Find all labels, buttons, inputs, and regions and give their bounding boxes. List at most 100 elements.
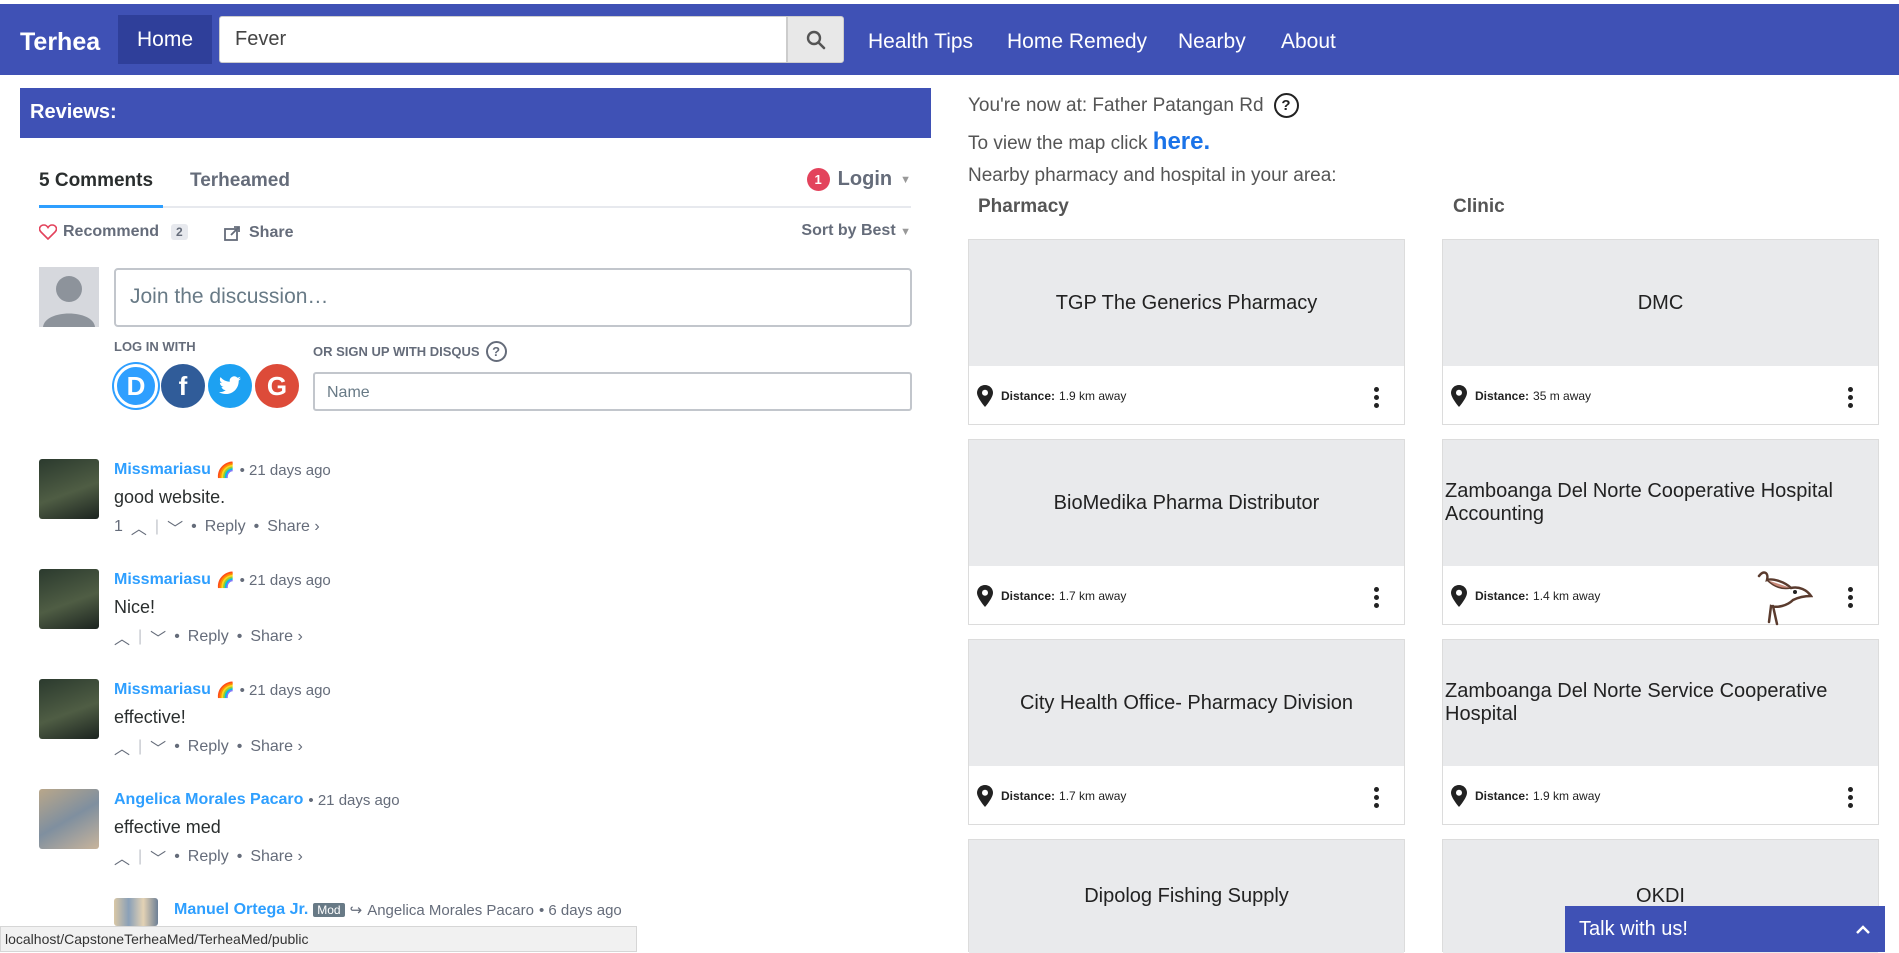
pharmacy-card[interactable]: Dipolog Fishing Supply <box>968 839 1405 953</box>
nav-home-link[interactable]: Home <box>118 15 212 64</box>
avatar[interactable] <box>39 789 99 849</box>
avatar[interactable] <box>114 898 158 926</box>
sort-dropdown[interactable]: Sort by Best ▼ <box>801 222 911 240</box>
comment-time[interactable]: • 6 days ago <box>539 902 622 919</box>
pharmacy-card[interactable]: City Health Office- Pharmacy Division Di… <box>968 639 1405 825</box>
map-pin-icon <box>977 385 993 407</box>
comment-time[interactable]: • 21 days ago <box>308 792 399 809</box>
mod-badge: Mod <box>313 903 345 917</box>
clinic-card[interactable]: DMC Distance: 35 m away <box>1442 239 1879 425</box>
pharmacy-card[interactable]: TGP The Generics Pharmacy Distance: 1.9 … <box>968 239 1405 425</box>
avatar[interactable] <box>39 569 99 629</box>
chat-label[interactable]: Talk with us! <box>1579 918 1688 941</box>
search-button[interactable] <box>787 16 844 63</box>
twitter-login-button[interactable] <box>208 364 252 408</box>
reply-link[interactable]: Reply <box>205 518 246 536</box>
more-options-icon[interactable] <box>1848 387 1854 411</box>
comment-author[interactable]: Manuel Ortega Jr. <box>174 901 308 919</box>
recommend-button[interactable]: Recommend 2 <box>39 223 188 241</box>
pharmacy-column-title: Pharmacy <box>978 196 1069 217</box>
comment-text: effective med <box>114 817 221 837</box>
brand-logo[interactable]: Terhea <box>20 28 100 57</box>
nav-link-about[interactable]: About <box>1281 30 1336 54</box>
help-icon[interactable]: ? <box>485 341 507 362</box>
reply-to-user[interactable]: Angelica Morales Pacaro <box>367 902 534 919</box>
place-name[interactable]: BioMedika Pharma Distributor <box>969 440 1404 566</box>
nav-link-health-tips[interactable]: Health Tips <box>868 30 973 54</box>
share-button[interactable]: Share <box>224 224 293 242</box>
clinic-card[interactable]: Zamboanga Del Norte Service Cooperative … <box>1442 639 1879 825</box>
map-pin-icon <box>977 785 993 807</box>
nav-link-home-remedy[interactable]: Home Remedy <box>1007 30 1147 54</box>
share-link[interactable]: Share › <box>250 848 302 866</box>
google-login-button[interactable]: G <box>255 364 299 408</box>
rainbow-icon: 🌈 <box>215 682 235 699</box>
map-pin-icon <box>1451 585 1467 607</box>
avatar[interactable] <box>39 679 99 739</box>
reply-link[interactable]: Reply <box>188 738 229 756</box>
comment-footer: 1 ︿ | ﹀ • Reply • Share › <box>114 515 320 539</box>
recommend-count: 2 <box>171 224 188 240</box>
clinic-card[interactable]: Zamboanga Del Norte Cooperative Hospital… <box>1442 439 1879 626</box>
upvote-icon[interactable]: ︿ <box>114 845 130 869</box>
chevron-up-icon[interactable] <box>1855 923 1871 935</box>
help-icon[interactable]: ? <box>1273 93 1299 118</box>
tab-community[interactable]: Terheamed <box>190 170 290 192</box>
comment-time[interactable]: • 21 days ago <box>240 572 331 589</box>
share-link[interactable]: Share › <box>267 518 319 536</box>
more-options-icon[interactable] <box>1848 587 1854 611</box>
place-name[interactable]: Zamboanga Del Norte Service Cooperative … <box>1443 640 1878 766</box>
disqus-login-button[interactable]: D <box>114 364 158 408</box>
place-name[interactable]: Zamboanga Del Norte Cooperative Hospital… <box>1443 440 1878 566</box>
more-options-icon[interactable] <box>1848 787 1854 811</box>
reply-link[interactable]: Reply <box>188 628 229 646</box>
place-name[interactable]: TGP The Generics Pharmacy <box>969 240 1404 366</box>
map-link[interactable]: here. <box>1153 128 1210 155</box>
comment-author[interactable]: Missmariasu <box>114 461 211 479</box>
chat-widget[interactable]: Talk with us! <box>1565 906 1885 952</box>
login-label[interactable]: Login <box>838 168 892 191</box>
comment-item: Missmariasu 🌈 • 21 days ago effective! ︿… <box>39 679 739 759</box>
downvote-icon[interactable]: ﹀ <box>150 625 166 649</box>
nearby-heading: Nearby pharmacy and hospital in your are… <box>968 165 1337 186</box>
discussion-actions: Recommend 2 Share Sort by Best ▼ <box>39 221 911 247</box>
place-name[interactable]: City Health Office- Pharmacy Division <box>969 640 1404 766</box>
distance-value: 35 m away <box>1533 389 1592 403</box>
tab-comments[interactable]: 5 Comments <box>39 170 164 208</box>
upvote-icon[interactable]: ︿ <box>114 625 130 649</box>
comment-author[interactable]: Missmariasu <box>114 681 211 699</box>
pharmacy-card[interactable]: BioMedika Pharma Distributor Distance: 1… <box>968 439 1405 625</box>
name-field[interactable]: Name <box>313 372 912 411</box>
place-name[interactable]: DMC <box>1443 240 1878 366</box>
facebook-login-button[interactable]: f <box>161 364 205 408</box>
comment-input[interactable]: Join the discussion… <box>114 268 912 327</box>
comment-time[interactable]: • 21 days ago <box>240 462 331 479</box>
comment-author[interactable]: Missmariasu <box>114 571 211 589</box>
reply-link[interactable]: Reply <box>188 848 229 866</box>
card-footer: Distance: 1.7 km away <box>969 766 1404 826</box>
comment-time[interactable]: • 21 days ago <box>240 682 331 699</box>
downvote-icon[interactable]: ﹀ <box>150 735 166 759</box>
chevron-down-icon: ▼ <box>900 226 911 238</box>
card-footer: Distance: 1.9 km away <box>969 366 1404 426</box>
upvote-icon[interactable]: ︿ <box>114 735 130 759</box>
search-input[interactable]: Fever <box>219 16 787 63</box>
downvote-icon[interactable]: ﹀ <box>167 515 183 539</box>
nav-link-nearby[interactable]: Nearby <box>1178 30 1246 54</box>
more-options-icon[interactable] <box>1374 587 1380 611</box>
share-link[interactable]: Share › <box>250 738 302 756</box>
place-name[interactable]: Dipolog Fishing Supply <box>969 840 1404 953</box>
notification-badge[interactable]: 1 <box>806 168 830 191</box>
share-link[interactable]: Share › <box>250 628 302 646</box>
comment-author[interactable]: Angelica Morales Pacaro <box>114 791 303 809</box>
avatar[interactable] <box>39 459 99 519</box>
more-options-icon[interactable] <box>1374 387 1380 411</box>
comment-header: Angelica Morales Pacaro • 21 days ago <box>114 791 400 809</box>
chevron-down-icon: ▼ <box>900 173 911 186</box>
login-menu[interactable]: 1 Login ▼ <box>806 168 911 191</box>
distance-label: Distance: <box>1001 589 1056 603</box>
more-options-icon[interactable] <box>1374 787 1380 811</box>
downvote-icon[interactable]: ﹀ <box>150 845 166 869</box>
upvote-icon[interactable]: ︿ <box>131 515 147 539</box>
heart-icon <box>39 224 57 240</box>
